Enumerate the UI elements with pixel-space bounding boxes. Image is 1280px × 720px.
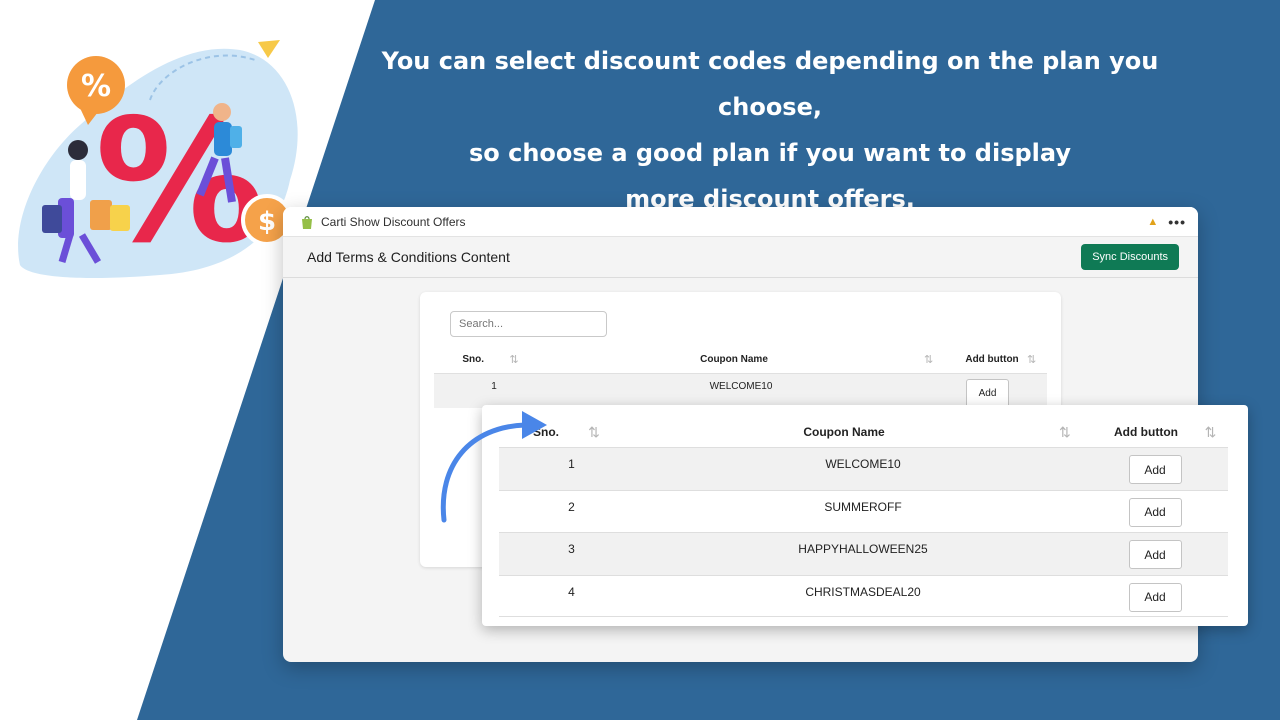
- sort-sno-icon[interactable]: ⇅: [559, 424, 629, 441]
- shopify-bag-icon: [302, 215, 312, 229]
- sort-coupon-icon[interactable]: ⇅: [1059, 424, 1099, 441]
- sort-sno-icon[interactable]: ⇅: [484, 353, 544, 366]
- row-coupon-name: HAPPYHALLOWEEN25: [798, 542, 928, 556]
- paper-plane-icon: [258, 40, 280, 58]
- row-coupon-name: CHRISTMASDEAL20: [805, 584, 921, 599]
- window-title-bar: Carti Show Discount Offers ▲ •••: [283, 207, 1198, 237]
- column-header-sno[interactable]: Sno.: [434, 354, 484, 365]
- row-sno: 3: [568, 542, 575, 556]
- table-header: Sno. ⇅ Coupon Name ⇅ Add button ⇅: [499, 417, 1228, 447]
- sort-coupon-icon[interactable]: ⇅: [924, 353, 957, 366]
- page-header: Add Terms & Conditions Content Sync Disc…: [283, 237, 1198, 278]
- column-header-coupon[interactable]: Coupon Name: [629, 425, 1059, 439]
- column-header-add[interactable]: Add button: [957, 354, 1027, 365]
- big-percent-icon: %: [95, 83, 265, 281]
- window-title: Carti Show Discount Offers: [321, 214, 466, 229]
- headline-line-2: so choose a good plan if you want to dis…: [468, 139, 1071, 167]
- page-title: Add Terms & Conditions Content: [307, 249, 510, 265]
- add-button[interactable]: Add: [1128, 582, 1182, 612]
- sync-discounts-button[interactable]: Sync Discounts: [1081, 244, 1179, 270]
- svg-text:$: $: [258, 207, 276, 237]
- search-input[interactable]: [450, 311, 607, 337]
- column-header-coupon[interactable]: Coupon Name: [544, 354, 924, 365]
- sort-add-icon[interactable]: ⇅: [1027, 353, 1047, 366]
- column-header-add[interactable]: Add button: [1099, 425, 1193, 439]
- row-coupon-name: WELCOME10: [709, 381, 773, 392]
- headline: You can select discount codes depending …: [330, 38, 1210, 222]
- row-coupon-name: WELCOME10: [825, 457, 901, 471]
- table-row: 2 SUMMEROFF Add: [499, 489, 1228, 532]
- pin-icon[interactable]: ▲: [1147, 216, 1158, 228]
- table-header: Sno. ⇅ Coupon Name ⇅ Add button ⇅: [434, 345, 1047, 373]
- coupon-table-small: Sno. ⇅ Coupon Name ⇅ Add button ⇅ 1 WELC…: [434, 345, 1047, 408]
- table-row: 1 WELCOME10 Add: [434, 373, 1047, 408]
- table-row: 1 WELCOME10 Add: [499, 447, 1228, 490]
- add-button[interactable]: Add: [965, 379, 1010, 408]
- row-sno: 4: [568, 584, 575, 599]
- coupon-table: Sno. ⇅ Coupon Name ⇅ Add button ⇅ 1 WELC…: [499, 417, 1228, 617]
- sort-add-icon[interactable]: ⇅: [1193, 424, 1228, 441]
- row-coupon-name: SUMMEROFF: [824, 499, 902, 514]
- add-button[interactable]: Add: [1128, 455, 1182, 484]
- row-sno: 1: [491, 381, 497, 392]
- table-row: 4 CHRISTMASDEAL20 Add: [499, 574, 1228, 617]
- table-row: 3 HAPPYHALLOWEEN25 Add: [499, 532, 1228, 575]
- more-options-icon[interactable]: •••: [1168, 214, 1186, 230]
- curved-arrow-icon: [440, 411, 547, 523]
- zoomed-table-panel: Sno. ⇅ Coupon Name ⇅ Add button ⇅ 1 WELC…: [482, 405, 1248, 626]
- add-button[interactable]: Add: [1128, 497, 1182, 527]
- add-button[interactable]: Add: [1128, 540, 1182, 569]
- discount-illustration: % % $: [18, 40, 298, 281]
- headline-line-1: You can select discount codes depending …: [381, 47, 1159, 121]
